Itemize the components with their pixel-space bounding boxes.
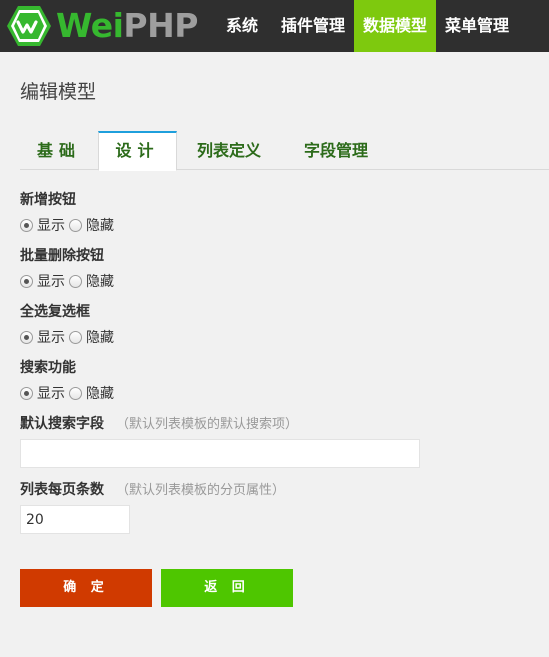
radio-unchecked-icon[interactable] bbox=[69, 218, 82, 232]
radio-group: 显示 隐藏 bbox=[20, 214, 118, 236]
logo-php-text: PHP bbox=[123, 6, 198, 45]
confirm-button[interactable]: 确 定 bbox=[20, 569, 152, 607]
default-search-field-input[interactable] bbox=[20, 439, 420, 468]
nav-item-menu[interactable]: 菜单管理 bbox=[436, 0, 518, 52]
page-title: 编辑模型 bbox=[20, 81, 97, 103]
radio-checked-icon[interactable] bbox=[20, 274, 33, 288]
field-label: 批量删除按钮 bbox=[20, 248, 104, 264]
radio-show[interactable]: 显示 bbox=[20, 327, 65, 347]
tab-design[interactable]: 设计 bbox=[98, 131, 177, 171]
logo-wei-text: Wei bbox=[56, 6, 124, 45]
field-label-text: 列表每页条数 bbox=[20, 482, 104, 498]
nav-item-system[interactable]: 系统 bbox=[212, 0, 272, 52]
field-hint: （默认列表模板的默认搜索项） bbox=[116, 417, 299, 432]
field-label: 列表每页条数 （默认列表模板的分页属性） bbox=[20, 480, 285, 500]
radio-label: 显示 bbox=[37, 386, 65, 402]
radio-unchecked-icon[interactable] bbox=[69, 274, 82, 288]
radio-checked-icon[interactable] bbox=[20, 386, 33, 400]
search-setting: 搜索功能 显示 隐藏 bbox=[20, 358, 118, 404]
radio-group: 显示 隐藏 bbox=[20, 326, 118, 348]
tab-basic[interactable]: 基础 bbox=[20, 131, 98, 170]
radio-label: 隐藏 bbox=[86, 274, 114, 290]
back-button[interactable]: 返 回 bbox=[161, 569, 293, 607]
tab-bar: 基础 设计 列表定义 字段管理 bbox=[20, 131, 549, 171]
field-label: 搜索功能 bbox=[20, 360, 76, 376]
page-size-input[interactable] bbox=[20, 505, 130, 534]
radio-group: 显示 隐藏 bbox=[20, 270, 118, 292]
radio-label: 显示 bbox=[37, 330, 65, 346]
top-header: WeiPHP 系统 插件管理 数据模型 菜单管理 bbox=[0, 0, 549, 52]
radio-hide[interactable]: 隐藏 bbox=[69, 327, 114, 347]
radio-checked-icon[interactable] bbox=[20, 218, 33, 232]
radio-hide[interactable]: 隐藏 bbox=[69, 271, 114, 291]
add-button-setting: 新增按钮 显示 隐藏 bbox=[20, 190, 118, 236]
radio-label: 隐藏 bbox=[86, 218, 114, 234]
radio-label: 显示 bbox=[37, 218, 65, 234]
field-label-text: 默认搜索字段 bbox=[20, 416, 104, 432]
radio-show[interactable]: 显示 bbox=[20, 383, 65, 403]
radio-label: 显示 bbox=[37, 274, 65, 290]
radio-show[interactable]: 显示 bbox=[20, 215, 65, 235]
radio-checked-icon[interactable] bbox=[20, 330, 33, 344]
nav-item-data-model[interactable]: 数据模型 bbox=[354, 0, 437, 52]
radio-unchecked-icon[interactable] bbox=[69, 386, 82, 400]
default-search-field-setting: 默认搜索字段 （默认列表模板的默认搜索项） bbox=[20, 414, 420, 468]
weiphp-logo[interactable]: WeiPHP bbox=[6, 5, 206, 47]
page-size-setting: 列表每页条数 （默认列表模板的分页属性） bbox=[20, 480, 285, 534]
nav-item-plugins[interactable]: 插件管理 bbox=[272, 0, 354, 52]
select-all-setting: 全选复选框 显示 隐藏 bbox=[20, 302, 118, 348]
radio-label: 隐藏 bbox=[86, 386, 114, 402]
field-label: 默认搜索字段 （默认列表模板的默认搜索项） bbox=[20, 414, 420, 434]
batch-delete-setting: 批量删除按钮 显示 隐藏 bbox=[20, 246, 118, 292]
radio-unchecked-icon[interactable] bbox=[69, 330, 82, 344]
logo-text: WeiPHP bbox=[56, 5, 198, 47]
tab-list-definition[interactable]: 列表定义 bbox=[177, 131, 281, 170]
field-label: 全选复选框 bbox=[20, 304, 90, 320]
radio-show[interactable]: 显示 bbox=[20, 271, 65, 291]
main-nav: 系统 插件管理 数据模型 菜单管理 bbox=[212, 0, 518, 52]
radio-hide[interactable]: 隐藏 bbox=[69, 215, 114, 235]
radio-group: 显示 隐藏 bbox=[20, 382, 118, 404]
radio-hide[interactable]: 隐藏 bbox=[69, 383, 114, 403]
field-hint: （默认列表模板的分页属性） bbox=[116, 483, 286, 498]
tab-field-management[interactable]: 字段管理 bbox=[281, 131, 391, 170]
logo-hexagon-icon bbox=[6, 5, 52, 47]
radio-label: 隐藏 bbox=[86, 330, 114, 346]
field-label: 新增按钮 bbox=[20, 192, 76, 208]
